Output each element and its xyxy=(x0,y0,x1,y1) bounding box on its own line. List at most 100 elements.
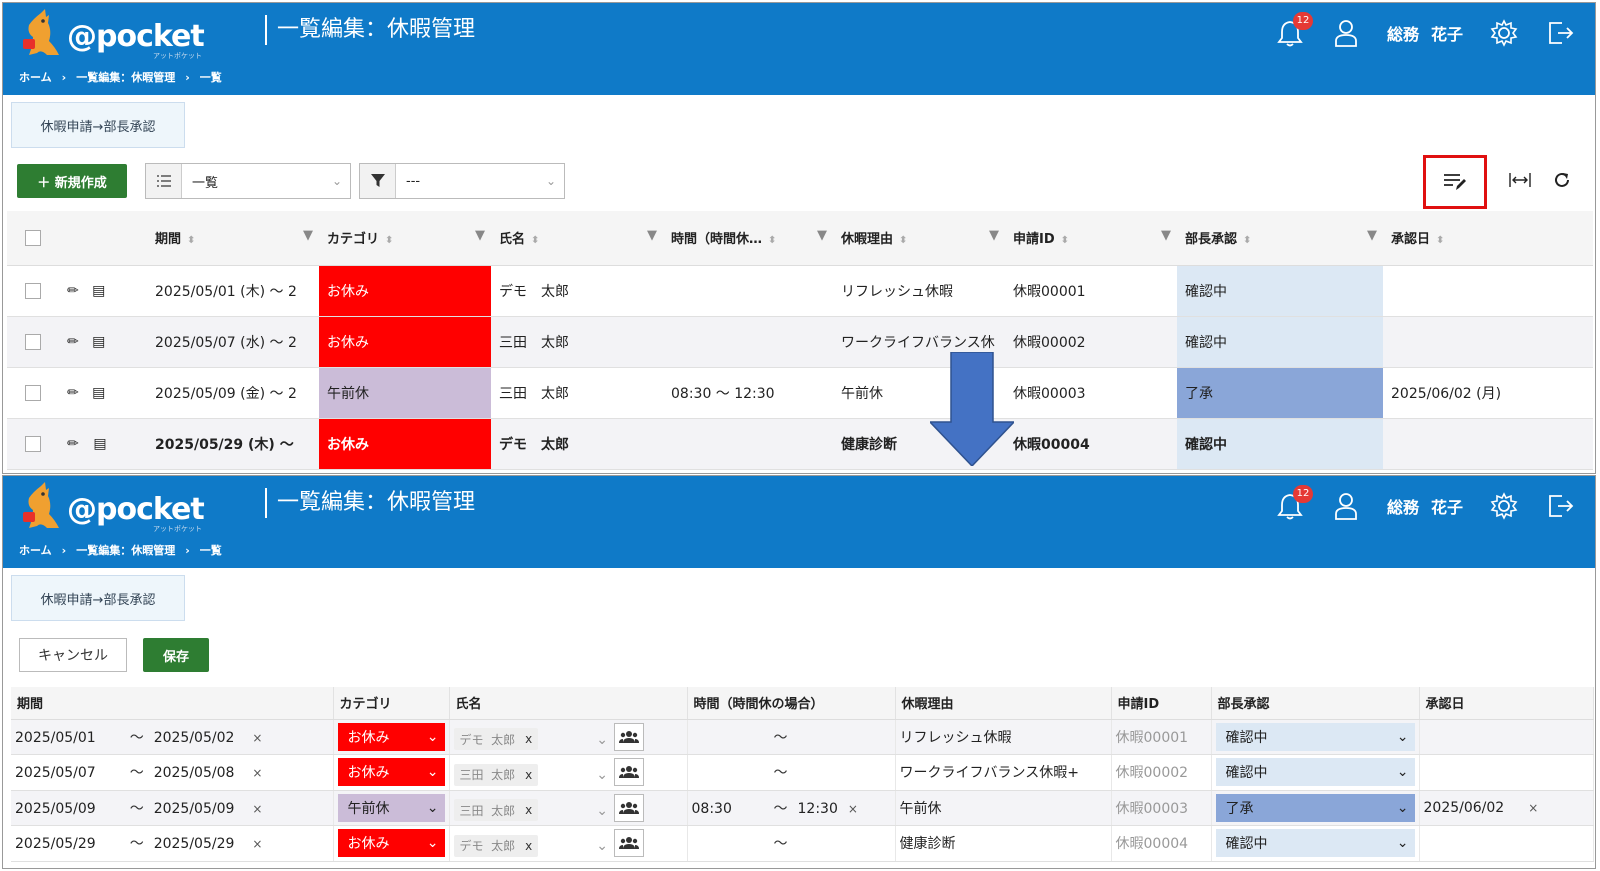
column-header-date[interactable]: 承認日 ⬍ xyxy=(1383,211,1593,266)
start-date-input[interactable]: 2025/05/01 xyxy=(15,730,96,746)
approval-date-input[interactable] xyxy=(1419,754,1594,791)
view-select[interactable]: 一覧 ⌄ xyxy=(145,163,351,199)
user-picker-button[interactable] xyxy=(614,758,645,787)
reason-input[interactable]: ワークライフバランス休暇+ xyxy=(895,754,1112,791)
sort-icon[interactable]: ⬍ xyxy=(768,235,776,246)
filter-icon[interactable]: ▼ xyxy=(1161,228,1171,243)
column-fit-button[interactable] xyxy=(1509,172,1531,192)
breadcrumb-app[interactable]: 一覧編集：休暇管理 xyxy=(76,544,175,557)
app-logo[interactable]: @pocket アットポケット xyxy=(19,7,209,61)
clear-icon[interactable]: × xyxy=(252,837,262,851)
chevron-down-icon[interactable]: ⌄ xyxy=(596,732,608,748)
end-date-input[interactable]: 2025/05/02 xyxy=(154,730,235,746)
end-date-input[interactable]: 2025/05/09 xyxy=(154,801,235,817)
new-record-button[interactable]: ＋ 新規作成 xyxy=(17,164,127,198)
table-row[interactable]: ✏ ▤ 2025/05/29 (木) ～ お休み デモ 太郎 健康診断 休暇00… xyxy=(7,418,1593,470)
filter-icon[interactable]: ▼ xyxy=(475,228,485,243)
edit-pencil-icon[interactable]: ✏ xyxy=(67,283,79,299)
column-header-period[interactable]: 期間 ⬍ ▼ xyxy=(147,211,319,266)
column-header-reason[interactable]: 休暇理由 ⬍ ▼ xyxy=(833,211,1005,266)
user-avatar[interactable] xyxy=(1331,18,1361,48)
sort-icon[interactable]: ⬍ xyxy=(1243,235,1251,246)
breadcrumb-app[interactable]: 一覧編集：休暇管理 xyxy=(76,71,175,84)
edit-pencil-icon[interactable]: ✏ xyxy=(67,436,79,452)
clear-icon[interactable]: × xyxy=(252,731,262,745)
table-row[interactable]: ✏ ▤ 2025/05/07 (水) ～ 2 お休み 三田 太郎 ワークライフバ… xyxy=(7,316,1593,368)
detail-document-icon[interactable]: ▤ xyxy=(92,385,105,401)
select-all-checkbox[interactable] xyxy=(25,229,41,246)
end-date-input[interactable]: 2025/05/08 xyxy=(154,765,235,781)
filter-select[interactable]: --- ⌄ xyxy=(359,163,565,199)
approval-select[interactable]: 了承 ⌄ xyxy=(1215,793,1415,822)
category-select[interactable]: お休み ⌄ xyxy=(337,758,445,787)
process-tab-button[interactable]: 休暇申請→部長承認 xyxy=(11,575,185,621)
approval-select[interactable]: 確認中 ⌄ xyxy=(1215,758,1415,787)
category-select[interactable]: お休み ⌄ xyxy=(337,722,445,751)
approval-date-input[interactable] xyxy=(1419,719,1594,755)
chip-remove-icon[interactable]: x xyxy=(525,732,532,746)
start-date-input[interactable]: 2025/05/07 xyxy=(15,765,96,781)
chevron-down-icon[interactable]: ⌄ xyxy=(596,838,608,854)
user-avatar[interactable] xyxy=(1331,491,1361,521)
category-select[interactable]: お休み ⌄ xyxy=(337,829,445,858)
user-picker-button[interactable] xyxy=(614,829,645,858)
settings-button[interactable] xyxy=(1489,491,1519,521)
column-header-approval[interactable]: 部長承認 ⬍ ▼ xyxy=(1177,211,1383,266)
sort-icon[interactable]: ⬍ xyxy=(1061,235,1069,246)
start-date-input[interactable]: 2025/05/29 xyxy=(15,836,96,852)
detail-document-icon[interactable]: ▤ xyxy=(92,283,105,299)
approval-date-input[interactable]: 2025/06/02 xyxy=(1424,800,1505,816)
filter-icon[interactable]: ▼ xyxy=(1367,228,1377,243)
edit-pencil-icon[interactable]: ✏ xyxy=(67,334,79,350)
chevron-down-icon[interactable]: ⌄ xyxy=(596,803,608,819)
breadcrumb-home[interactable]: ホーム xyxy=(19,71,52,84)
sort-icon[interactable]: ⬍ xyxy=(187,235,195,246)
detail-document-icon[interactable]: ▤ xyxy=(93,436,106,452)
column-header-name[interactable]: 氏名 ⬍ ▼ xyxy=(491,211,663,266)
start-date-input[interactable]: 2025/05/09 xyxy=(15,801,96,817)
row-checkbox[interactable] xyxy=(25,333,41,350)
user-picker-button[interactable] xyxy=(614,793,645,822)
chip-remove-icon[interactable]: x xyxy=(525,803,532,817)
column-header-category[interactable]: カテゴリ ⬍ ▼ xyxy=(319,211,491,266)
column-header-time[interactable]: 時間（時間休… ⬍ ▼ xyxy=(663,211,833,266)
reason-input[interactable]: 午前休 xyxy=(895,790,1112,826)
detail-document-icon[interactable]: ▤ xyxy=(92,334,105,350)
filter-icon[interactable]: ▼ xyxy=(817,228,827,243)
approval-date-input[interactable] xyxy=(1419,825,1594,862)
filter-icon[interactable]: ▼ xyxy=(647,228,657,243)
time-end-input[interactable]: 12:30 xyxy=(798,801,838,817)
sort-icon[interactable]: ⬍ xyxy=(899,235,907,246)
breadcrumb-home[interactable]: ホーム xyxy=(19,544,52,557)
list-edit-button[interactable] xyxy=(1423,155,1487,209)
time-start-input[interactable]: 08:30 xyxy=(692,801,764,817)
refresh-button[interactable] xyxy=(1553,171,1571,193)
sort-icon[interactable]: ⬍ xyxy=(385,235,393,246)
row-checkbox[interactable] xyxy=(25,384,41,401)
filter-icon[interactable]: ▼ xyxy=(303,228,313,243)
clear-icon[interactable]: × xyxy=(848,802,858,816)
chevron-down-icon[interactable]: ⌄ xyxy=(596,767,608,783)
approval-select[interactable]: 確認中 ⌄ xyxy=(1215,722,1415,751)
chip-remove-icon[interactable]: x xyxy=(525,768,532,782)
filter-icon[interactable]: ▼ xyxy=(989,228,999,243)
row-checkbox[interactable] xyxy=(25,282,41,299)
reason-input[interactable]: リフレッシュ休暇 xyxy=(895,719,1112,755)
end-date-input[interactable]: 2025/05/29 xyxy=(154,836,235,852)
user-picker-button[interactable] xyxy=(614,722,645,751)
table-row[interactable]: ✏ ▤ 2025/05/09 (金) ～ 2 午前休 三田 太郎 08:30 ～… xyxy=(7,367,1593,419)
app-logo[interactable]: @pocket アットポケット xyxy=(19,480,209,534)
table-row[interactable]: ✏ ▤ 2025/05/01 (木) ～ 2 お休み デモ 太郎 リフレッシュ休… xyxy=(7,265,1593,317)
notifications-button[interactable]: 12 xyxy=(1275,485,1313,521)
row-checkbox[interactable] xyxy=(25,435,41,452)
column-header-id[interactable]: 申請ID ⬍ ▼ xyxy=(1005,211,1177,266)
clear-icon[interactable]: × xyxy=(252,802,262,816)
category-select[interactable]: 午前休 ⌄ xyxy=(337,793,445,822)
reason-input[interactable]: 健康診断 xyxy=(895,825,1112,862)
edit-pencil-icon[interactable]: ✏ xyxy=(67,385,79,401)
logout-button[interactable] xyxy=(1545,491,1575,521)
notifications-button[interactable]: 12 xyxy=(1275,12,1313,48)
process-tab-button[interactable]: 休暇申請→部長承認 xyxy=(11,102,185,148)
clear-icon[interactable]: × xyxy=(252,766,262,780)
logout-button[interactable] xyxy=(1545,18,1575,48)
